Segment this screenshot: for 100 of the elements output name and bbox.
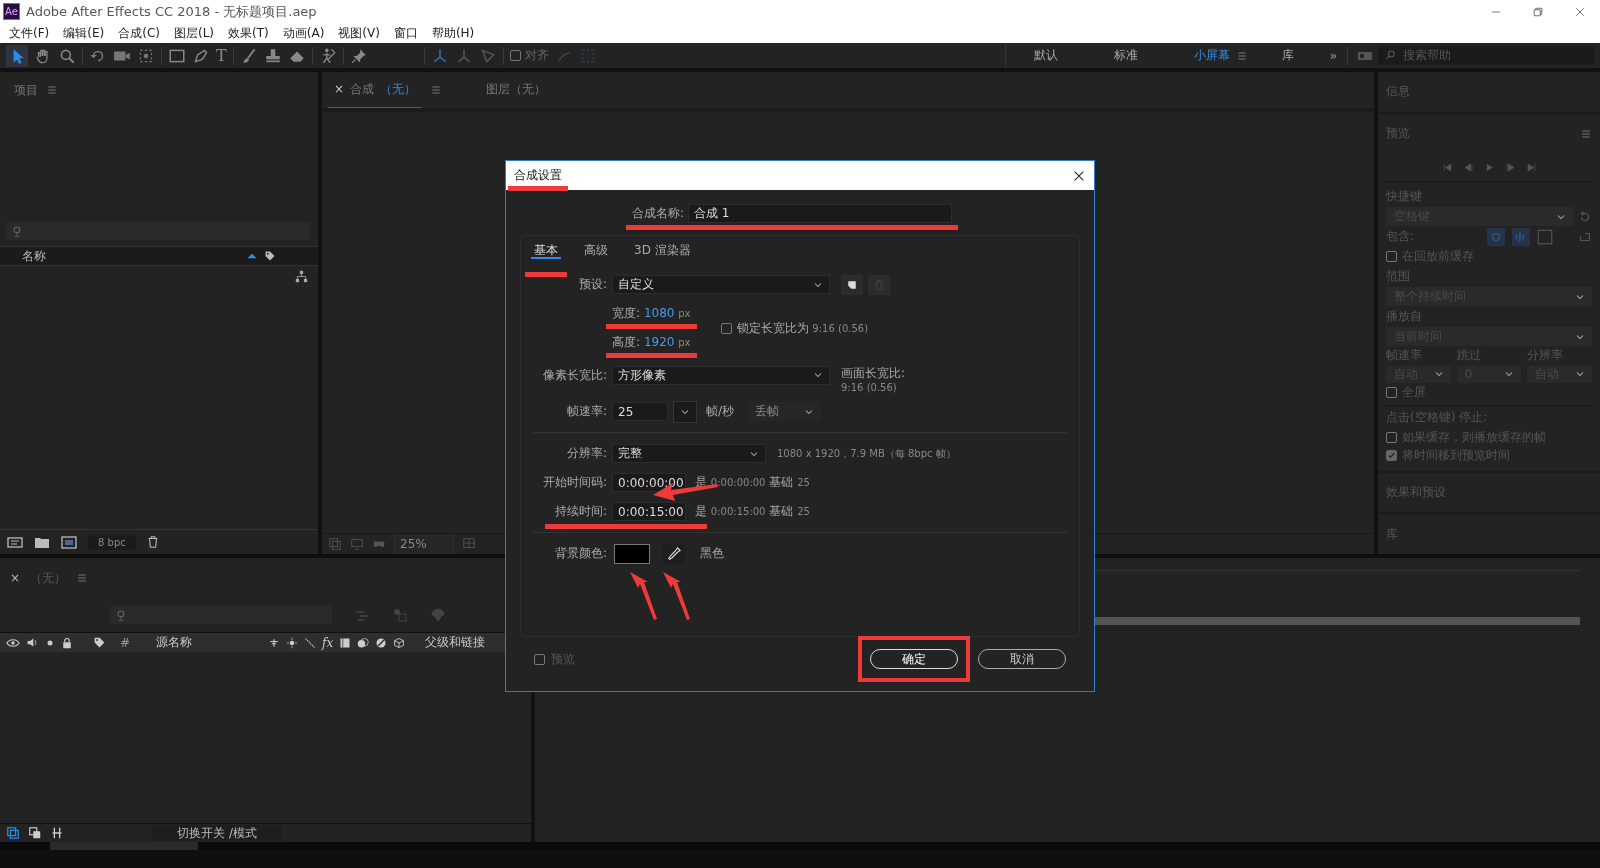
skip-back-icon[interactable]	[1441, 161, 1453, 173]
tag-icon[interactable]	[264, 250, 276, 262]
menu-item[interactable]: 文件(F)	[2, 24, 57, 42]
eyedropper-icon[interactable]	[667, 546, 681, 561]
menu-icon[interactable]	[76, 572, 89, 584]
menu-item[interactable]: 图层(L)	[166, 24, 222, 42]
aspect-value: 9:16 (0.56)	[841, 382, 898, 393]
skip-forward-icon[interactable]	[1525, 161, 1537, 173]
menu-item[interactable]: 编辑(E)	[56, 24, 112, 42]
dimension-field[interactable]: 宽度: 1080 px	[612, 306, 691, 320]
resolution-info: 1080 x 1920，7.9 MB（每 8bpc 帧）	[777, 446, 956, 461]
overflow-button[interactable]: »	[1329, 48, 1337, 63]
close-button[interactable]: ×	[10, 571, 21, 585]
dimension-field[interactable]: 高度: 1920 px	[612, 335, 691, 349]
lock-icon[interactable]	[61, 636, 73, 649]
menu-icon[interactable]	[1580, 127, 1592, 140]
reset-icon[interactable]	[1578, 209, 1592, 224]
bracket-icon[interactable]	[50, 826, 64, 840]
column-header[interactable]: 源名称	[156, 634, 263, 651]
search-field[interactable]	[110, 606, 332, 624]
menu-item[interactable]: 效果(T)	[221, 24, 276, 42]
video-toggle-icon[interactable]	[1486, 227, 1506, 246]
checkbox[interactable]	[509, 50, 521, 61]
dialog-title: 合成设置	[514, 168, 562, 182]
menu-icon[interactable]	[46, 84, 58, 96]
pen-icon[interactable]	[192, 46, 210, 65]
menu-icon[interactable]	[430, 84, 443, 96]
tag-icon[interactable]	[93, 636, 106, 649]
interpret-footage-icon[interactable]	[6, 534, 24, 550]
search-icon	[1384, 49, 1397, 62]
field-label: 合成名称:	[632, 205, 685, 222]
checkbox[interactable]	[1386, 387, 1397, 398]
new-composition-icon[interactable]	[60, 534, 78, 550]
checkbox[interactable]	[720, 322, 732, 334]
shapes-icon[interactable]	[28, 826, 42, 840]
menu-item[interactable]: 窗口	[386, 24, 425, 42]
grid-icon[interactable]	[462, 537, 476, 551]
menu-icon[interactable]	[1235, 49, 1248, 62]
field-label: 持续时间:	[553, 503, 607, 520]
half-circle-icon[interactable]	[375, 636, 388, 649]
menu-item[interactable]: 合成(C)	[111, 24, 167, 42]
tab[interactable]: 3D 渲染器	[631, 243, 694, 259]
workspace-tab[interactable]: 默认	[1005, 47, 1086, 64]
stamp-icon[interactable]	[263, 46, 282, 65]
workspace-tab[interactable]: 标准	[1085, 47, 1166, 64]
toggle-modes-button[interactable]: 切换开关 /模式	[152, 825, 282, 841]
timecode-info: 是 0:00:15:00 基础 25	[695, 503, 810, 520]
axis-view-icon[interactable]	[478, 46, 497, 65]
ok-button[interactable]: 确定	[870, 649, 958, 669]
audio-toggle-icon[interactable]	[1511, 227, 1531, 246]
cube-icon[interactable]	[393, 636, 406, 649]
app-logo: Ae	[3, 3, 20, 20]
color-swatch[interactable]	[614, 543, 650, 564]
search-field[interactable]	[6, 222, 310, 240]
unit-label: 帧/秒	[706, 403, 735, 420]
menu-item[interactable]: 视图(V)	[331, 24, 387, 42]
column-header[interactable]: fx	[322, 635, 334, 650]
checkbox[interactable]	[534, 653, 545, 665]
film-icon[interactable]	[339, 636, 352, 649]
field-label: 开始时间码:	[541, 474, 607, 491]
panel-tab[interactable]: 图层（无）	[480, 71, 553, 109]
field-label: 预设:	[577, 276, 607, 293]
tab[interactable]: 高级	[581, 243, 611, 259]
sun-icon[interactable]	[286, 636, 299, 649]
menu-item[interactable]: 帮助(H)	[424, 24, 482, 42]
tab[interactable]: 基本	[531, 243, 561, 259]
layers-icon[interactable]	[6, 826, 20, 840]
timecode-field[interactable]: 0:00:00:00	[612, 473, 686, 492]
color-name: 黑色	[700, 545, 724, 562]
timecode-field[interactable]: 0:00:15:00	[612, 502, 686, 521]
column-header[interactable]: 父级和链接	[425, 634, 486, 651]
pixel-aspect-dropdown[interactable]: 方形像素	[612, 365, 830, 385]
speaker-icon[interactable]	[26, 636, 39, 649]
scroll-bar[interactable]	[50, 842, 198, 850]
resolution-dropdown[interactable]: 完整	[612, 444, 766, 463]
menu-item[interactable]: 动画(A)	[275, 24, 332, 42]
step-forward-icon[interactable]	[1504, 161, 1516, 173]
overlay-toggle-icon[interactable]	[1536, 227, 1554, 246]
preset-dropdown[interactable]: 自定义	[612, 275, 830, 294]
frame-rate-field[interactable]: 25	[612, 402, 668, 421]
name-field[interactable]: 合成 1	[688, 204, 953, 223]
blend-icon[interactable]	[357, 636, 370, 649]
checkbox[interactable]	[1386, 251, 1397, 262]
zoom-dropdown[interactable]: 25%	[394, 534, 454, 554]
checkbox[interactable]	[1386, 432, 1397, 443]
bit-depth-button[interactable]: 8 bpc	[88, 534, 136, 550]
panel-title[interactable]: 项目	[14, 81, 38, 99]
region-icon[interactable]	[328, 537, 342, 551]
flowchart-icon[interactable]	[295, 270, 308, 283]
field-label: 分辨率:	[565, 445, 607, 462]
column-header[interactable]: #	[120, 635, 131, 650]
cancel-button[interactable]: 取消	[978, 649, 1066, 669]
step-back-icon[interactable]	[1462, 161, 1474, 173]
restore-icon[interactable]	[1532, 5, 1544, 18]
checkmark-icon	[1387, 451, 1396, 460]
snap-label: 对齐	[524, 47, 549, 64]
save-preset-icon[interactable]	[846, 278, 858, 291]
checkbox[interactable]	[1386, 450, 1397, 461]
timecode-info: 是 0:00:00:00 基础 25	[695, 474, 810, 491]
text-tool[interactable]: T	[216, 46, 227, 65]
